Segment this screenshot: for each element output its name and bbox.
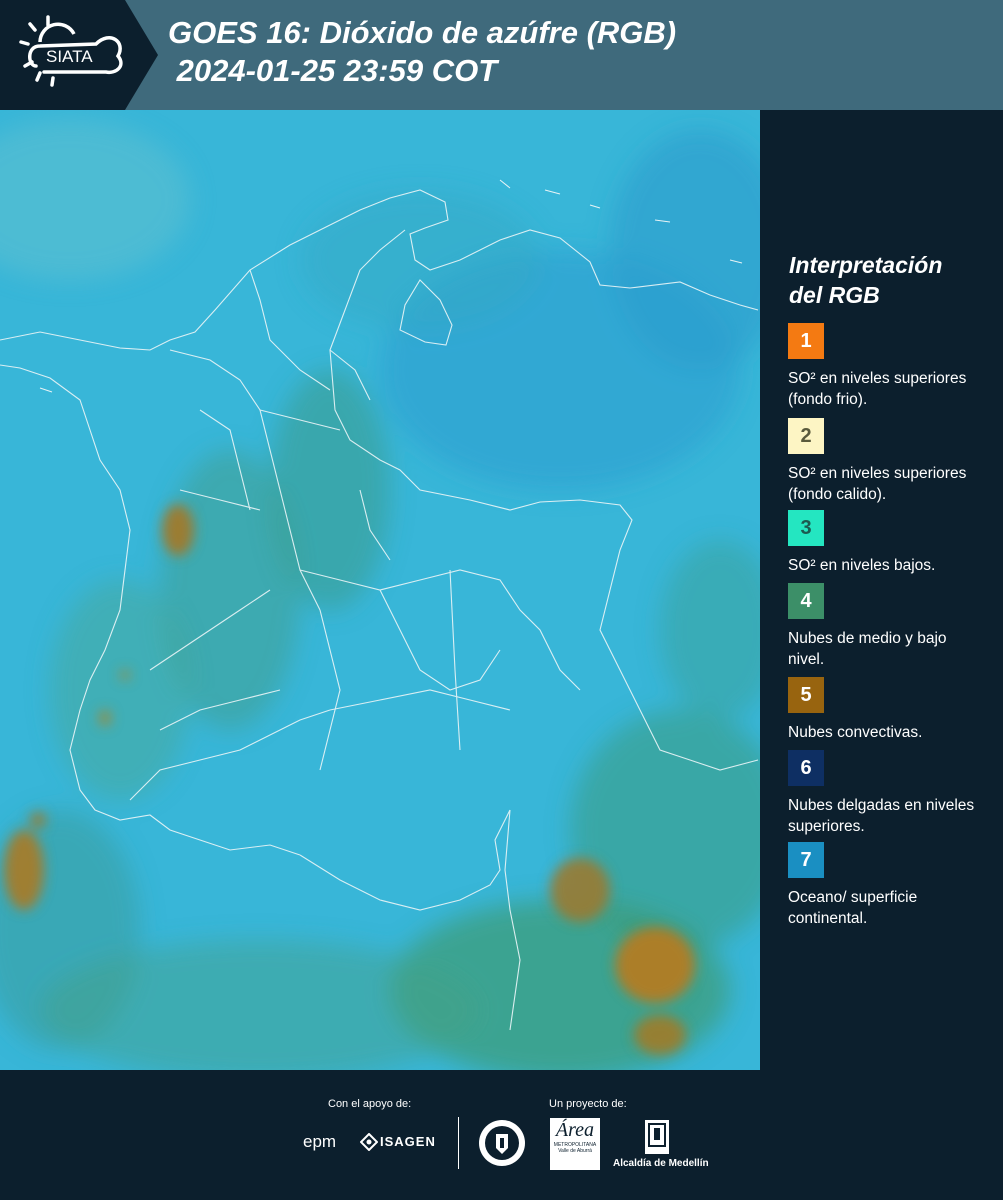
legend-label-4: Nubes de medio y bajo nivel.	[788, 630, 947, 668]
legend-swatch-4: 4	[788, 583, 824, 619]
support-label: Con el apoyo de:	[328, 1098, 412, 1110]
legend-title-line2: del RGB	[789, 282, 880, 308]
title-line-product: GOES 16: Dióxido de azúfre (RGB)	[168, 15, 677, 50]
header-bar: SIATA GOES 16: Dióxido de azúfre (RGB) 2…	[0, 0, 1003, 110]
legend-item-7: 7 Oceano/ superficie continental.	[788, 842, 988, 929]
area-logo-sub2: Valle de Aburrá	[558, 1148, 592, 1154]
isagen-text: ISAGEN	[380, 1134, 436, 1149]
legend-item-1: 1 SO² en niveles superiores (fondo frio)…	[788, 323, 988, 410]
legend-swatch-6: 6	[788, 750, 824, 786]
legend-title-line1: Interpretación	[789, 252, 943, 278]
legend-item-4: 4 Nubes de medio y bajo nivel.	[788, 583, 988, 670]
legend-label-1: SO² en niveles superiores (fondo frio).	[788, 370, 967, 408]
page-title: GOES 16: Dióxido de azúfre (RGB) 2024-01…	[168, 14, 676, 90]
satellite-map	[0, 110, 790, 1080]
area-metropolitana-logo: Área METROPOLITANA Valle de Aburrá	[550, 1118, 600, 1170]
legend-swatch-7: 7	[788, 842, 824, 878]
siata-logo-text: SIATA	[46, 47, 93, 66]
legend-item-3: 3 SO² en niveles bajos.	[788, 510, 988, 576]
legend-item-2: 2 SO² en niveles superiores (fondo calid…	[788, 418, 988, 505]
medellin-seal-icon	[479, 1120, 525, 1166]
siata-logo: SIATA	[0, 0, 160, 110]
legend-item-5: 5 Nubes convectivas.	[788, 677, 988, 743]
epm-logo: epm	[303, 1132, 337, 1151]
legend-label-5: Nubes convectivas.	[788, 724, 923, 741]
isagen-icon	[359, 1132, 379, 1152]
medellin-seal	[477, 1118, 527, 1173]
legend-item-6: 6 Nubes delgadas en niveles superiores.	[788, 750, 988, 837]
legend-label-3: SO² en niveles bajos.	[788, 557, 936, 574]
rgb-legend-panel: Interpretación del RGB 1 SO² en niveles …	[760, 110, 1003, 1070]
legend-label-6: Nubes delgadas en niveles superiores.	[788, 797, 975, 835]
alcaldia-logo	[643, 1118, 671, 1161]
footer-sponsors: Con el apoyo de: Un proyecto de: epm ISA…	[0, 1070, 1003, 1200]
legend-label-2: SO² en niveles superiores (fondo calido)…	[788, 465, 967, 503]
legend-swatch-5: 5	[788, 677, 824, 713]
alcaldia-text: Alcaldía de Medellín	[613, 1158, 709, 1169]
footer-divider	[458, 1117, 459, 1169]
project-label: Un proyecto de:	[549, 1098, 627, 1110]
legend-swatch-2: 2	[788, 418, 824, 454]
legend-swatch-1: 1	[788, 323, 824, 359]
area-logo-text: Área	[555, 1119, 595, 1141]
legend-label-7: Oceano/ superficie continental.	[788, 889, 918, 927]
title-line-timestamp: 2024-01-25 23:59 COT	[168, 53, 498, 88]
alcaldia-shield-icon	[645, 1120, 669, 1154]
legend-swatch-3: 3	[788, 510, 824, 546]
isagen-logo	[359, 1132, 379, 1156]
legend-title: Interpretación del RGB	[789, 250, 989, 310]
